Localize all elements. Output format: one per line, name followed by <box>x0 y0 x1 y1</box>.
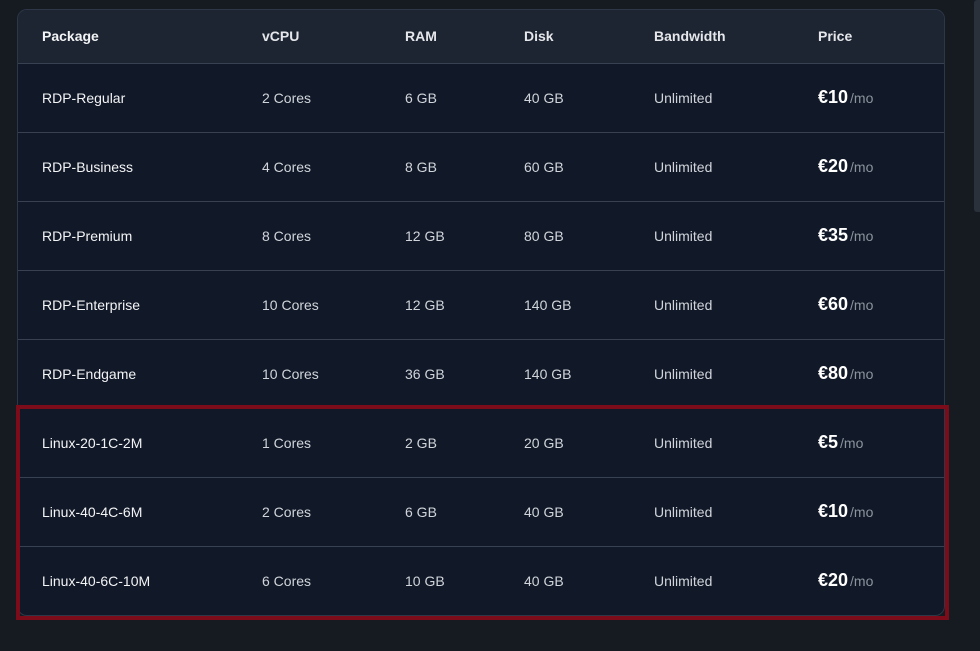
bandwidth-cell: Unlimited <box>654 269 818 339</box>
package-name-cell: Linux-20-1C-2M <box>18 407 262 477</box>
price-period: /mo <box>850 159 874 175</box>
package-name-cell: Linux-40-6C-10M <box>18 545 262 615</box>
vcpu-cell: 10 Cores <box>262 269 405 339</box>
disk-cell: 80 GB <box>524 200 654 270</box>
price-period: /mo <box>850 504 874 520</box>
package-name-cell: RDP-Premium <box>18 200 262 270</box>
price-period: /mo <box>850 573 874 590</box>
ram-cell: 36 GB <box>405 338 524 408</box>
price-cell: €5/mo <box>818 407 944 477</box>
table-row: Linux-40-6C-10M 6 Cores 10 GB 40 GB Unli… <box>18 545 944 615</box>
ram-cell: 12 GB <box>405 269 524 339</box>
price-amount: €35 <box>818 225 849 245</box>
bandwidth-cell: Unlimited <box>654 131 818 201</box>
disk-cell: 40 GB <box>524 545 654 615</box>
vcpu-cell: 6 Cores <box>262 545 405 615</box>
vcpu-cell: 2 Cores <box>262 476 405 546</box>
price-period: /mo <box>850 297 874 313</box>
price-cell: €20/mo <box>818 131 944 201</box>
table-row: Linux-40-4C-6M 2 Cores 6 GB 40 GB Unlimi… <box>18 476 944 546</box>
bandwidth-cell: Unlimited <box>654 89 713 106</box>
disk-cell: 40 GB <box>524 89 564 106</box>
ram-cell: 12 GB <box>405 200 524 270</box>
vcpu-cell: 2 Cores <box>262 89 312 106</box>
table-row: RDP-Regular 2 Cores 6 GB 40 GB Unlimited… <box>18 63 944 132</box>
table-row: RDP-Business 4 Cores 8 GB 60 GB Unlimite… <box>18 131 944 201</box>
vcpu-cell: 8 Cores <box>262 200 405 270</box>
bandwidth-cell: Unlimited <box>654 407 818 477</box>
price-amount: €10 <box>818 87 849 107</box>
column-header-ram: RAM <box>405 10 524 64</box>
price-amount: €60 <box>818 294 849 314</box>
disk-cell: 140 GB <box>524 269 654 339</box>
table-row: RDP-Premium 8 Cores 12 GB 80 GB Unlimite… <box>18 200 944 270</box>
ram-cell: 10 GB <box>405 545 524 615</box>
package-name-cell: RDP-Regular <box>42 89 126 106</box>
package-name-cell: RDP-Endgame <box>18 338 262 408</box>
disk-cell: 60 GB <box>524 131 654 201</box>
price-cell: €80/mo <box>818 338 944 408</box>
price-period: /mo <box>850 90 874 106</box>
price-period: /mo <box>850 366 874 382</box>
table-row: RDP-Enterprise 10 Cores 12 GB 140 GB Unl… <box>18 269 944 339</box>
package-name-cell: Linux-40-4C-6M <box>18 476 262 546</box>
bandwidth-cell: Unlimited <box>654 200 818 270</box>
ram-cell: 2 GB <box>405 407 524 477</box>
column-header-package: Package <box>18 10 262 64</box>
price-period: /mo <box>840 435 864 451</box>
package-name-cell: RDP-Business <box>18 131 262 201</box>
price-cell: €35/mo <box>818 200 944 270</box>
price-amount: €20 <box>818 156 849 176</box>
price-period: /mo <box>850 228 874 244</box>
ram-cell: 8 GB <box>405 131 524 201</box>
price-cell: €20/mo <box>818 545 944 615</box>
disk-cell: 20 GB <box>524 407 654 477</box>
price-amount: €20 <box>818 570 849 591</box>
price-amount: €80 <box>818 363 849 383</box>
bandwidth-cell: Unlimited <box>654 476 818 546</box>
vcpu-cell: 4 Cores <box>262 131 405 201</box>
column-header-vcpu: vCPU <box>262 10 405 64</box>
table-row: RDP-Endgame 10 Cores 36 GB 140 GB Unlimi… <box>18 338 944 408</box>
disk-cell: 140 GB <box>524 338 654 408</box>
pricing-table-card: Package vCPU RAM Disk Bandwidth Price RD… <box>17 9 945 616</box>
ram-cell: 6 GB <box>405 476 524 546</box>
column-header-price: Price <box>818 10 944 64</box>
table-header-row: Package vCPU RAM Disk Bandwidth Price <box>18 10 944 64</box>
page: Package vCPU RAM Disk Bandwidth Price RD… <box>0 0 980 651</box>
price-cell: €10/mo <box>818 476 944 546</box>
price-amount: €10 <box>818 501 849 521</box>
bandwidth-cell: Unlimited <box>654 545 818 615</box>
price-cell: €10/mo <box>818 63 944 132</box>
column-header-disk: Disk <box>524 10 654 64</box>
price-cell: €60/mo <box>818 269 944 339</box>
table-body: RDP-Regular 2 Cores 6 GB 40 GB Unlimited… <box>18 63 944 615</box>
vcpu-cell: 10 Cores <box>262 338 405 408</box>
package-name-cell: RDP-Enterprise <box>18 269 262 339</box>
vcpu-cell: 1 Cores <box>262 407 405 477</box>
bandwidth-cell: Unlimited <box>654 338 818 408</box>
ram-cell: 6 GB <box>405 89 437 106</box>
price-amount: €5 <box>818 432 839 452</box>
column-header-bandwidth: Bandwidth <box>654 10 818 64</box>
table-row: Linux-20-1C-2M 1 Cores 2 GB 20 GB Unlimi… <box>18 407 944 477</box>
pricing-table: Package vCPU RAM Disk Bandwidth Price RD… <box>18 10 944 615</box>
disk-cell: 40 GB <box>524 476 654 546</box>
scrollbar[interactable] <box>974 0 980 212</box>
